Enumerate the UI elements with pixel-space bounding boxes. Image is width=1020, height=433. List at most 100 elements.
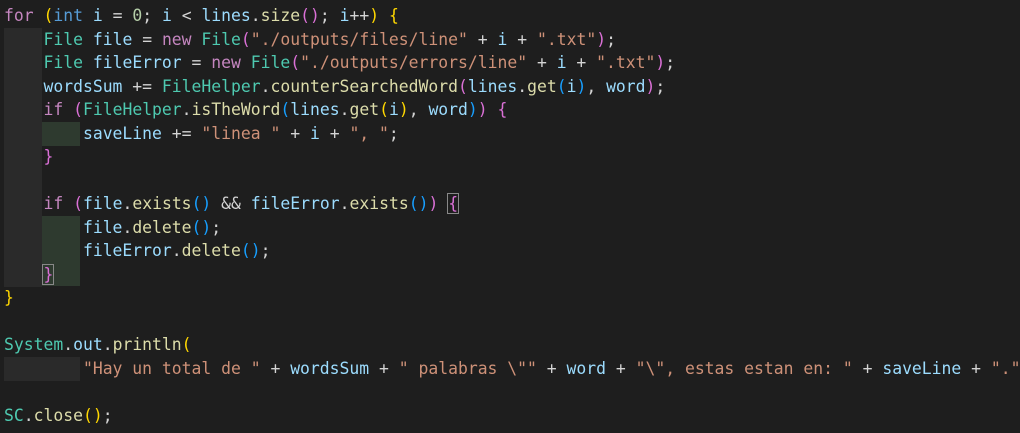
- code-token: size: [260, 6, 301, 25]
- code-token: +: [319, 123, 350, 143]
- code-token: SC: [4, 405, 24, 425]
- code-token: ;: [142, 6, 162, 25]
- code-line[interactable]: if (file.exists() && fileError.exists())…: [4, 192, 460, 216]
- code-token: (: [556, 76, 567, 96]
- code-line[interactable]: fileError.delete();: [4, 239, 271, 263]
- code-token: (: [43, 6, 54, 25]
- code-token: ,: [586, 76, 607, 96]
- code-line[interactable]: File fileError = new File("./outputs/err…: [4, 51, 675, 75]
- code-line[interactable]: wordsSum += FileHelper.counterSearchedWo…: [4, 75, 665, 99]
- code-token: +: [961, 358, 991, 378]
- code-token: (): [300, 6, 320, 25]
- code-token: ;: [211, 217, 222, 237]
- code-token: ,: [408, 100, 429, 119]
- code-token: &&: [211, 194, 251, 213]
- code-line[interactable]: for (int i = 0; i < lines.size(); i++) {: [4, 4, 399, 28]
- code-token: }: [43, 147, 54, 166]
- code-editor[interactable]: for (int i = 0; i < lines.size(); i++) {…: [0, 0, 1020, 433]
- code-token: File: [201, 29, 241, 49]
- code-token: FileHelper: [82, 100, 182, 119]
- code-token: +: [507, 29, 537, 49]
- code-token: if: [43, 194, 64, 213]
- code-token: (: [457, 76, 468, 96]
- code-token: "\", estas estan en: ": [635, 358, 853, 378]
- code-token: .: [122, 194, 133, 213]
- code-token: i: [161, 6, 172, 25]
- code-line[interactable]: file.delete();: [4, 216, 221, 240]
- code-token: +: [536, 358, 567, 378]
- code-token: ".txt": [536, 29, 597, 49]
- code-line[interactable]: }: [4, 286, 14, 310]
- code-token: (): [82, 405, 103, 425]
- code-token: lines: [201, 6, 251, 25]
- code-token: word: [428, 100, 468, 119]
- code-line[interactable]: SC.close();: [4, 404, 113, 428]
- code-token: exists: [349, 194, 409, 213]
- code-token: (): [191, 194, 212, 213]
- code-token: word: [606, 76, 646, 96]
- code-token: (: [73, 194, 83, 213]
- code-token: (: [290, 53, 301, 72]
- code-token: ;: [102, 405, 113, 425]
- code-token: =: [102, 6, 133, 25]
- code-token: new: [211, 53, 241, 72]
- code-token: ): [398, 100, 409, 119]
- code-line[interactable]: "Hay un total de " + wordsSum + " palabr…: [4, 357, 1020, 381]
- code-token: +=: [161, 123, 202, 143]
- code-token: .: [339, 194, 350, 213]
- code-token: +: [527, 53, 557, 72]
- code-line[interactable]: File file = new File("./outputs/files/li…: [4, 28, 616, 52]
- code-token: file: [92, 29, 133, 49]
- code-token: ): [576, 76, 587, 96]
- code-token: i: [388, 100, 399, 119]
- code-token: (): [408, 194, 429, 213]
- code-token: .: [122, 217, 133, 237]
- code-token: ;: [319, 6, 340, 25]
- code-token: +: [566, 53, 597, 72]
- code-token: get: [527, 76, 557, 96]
- code-line[interactable]: if (FileHelper.isTheWord(lines.get(i), w…: [4, 98, 507, 122]
- code-token: out: [73, 335, 103, 354]
- code-token: ;: [655, 76, 666, 96]
- code-token: ;: [606, 29, 616, 49]
- code-token: (: [73, 100, 83, 119]
- code-token: +: [606, 358, 636, 378]
- code-token: i: [497, 29, 508, 49]
- code-token: "Hay un total de ": [82, 358, 261, 378]
- code-token: fileError: [82, 241, 172, 260]
- code-line[interactable]: }: [4, 145, 53, 169]
- code-token: ): [428, 194, 439, 213]
- code-token: (): [191, 217, 212, 237]
- code-token: "./outputs/files/line": [250, 29, 468, 49]
- code-token: ".": [990, 358, 1020, 378]
- code-line[interactable]: saveLine += "linea " + i + ", ";: [4, 122, 399, 146]
- code-token: exists: [132, 194, 192, 213]
- code-token: .: [102, 335, 113, 354]
- code-token: delete: [181, 241, 241, 260]
- code-token: {: [389, 6, 399, 25]
- code-token: .: [181, 100, 192, 119]
- code-token: +: [280, 123, 310, 143]
- code-line[interactable]: System.out.println(: [4, 333, 192, 357]
- code-token: i: [339, 6, 350, 25]
- code-token: if: [43, 100, 64, 119]
- code-token: ): [467, 100, 478, 119]
- code-token: (: [379, 100, 389, 119]
- code-line[interactable]: }: [4, 263, 55, 287]
- code-token: 0: [132, 6, 143, 25]
- code-token: =: [181, 53, 212, 72]
- code-token: ): [655, 53, 666, 72]
- code-token: (: [240, 29, 251, 49]
- code-token: .: [250, 6, 261, 25]
- code-token: counterSearchedWord: [270, 76, 458, 96]
